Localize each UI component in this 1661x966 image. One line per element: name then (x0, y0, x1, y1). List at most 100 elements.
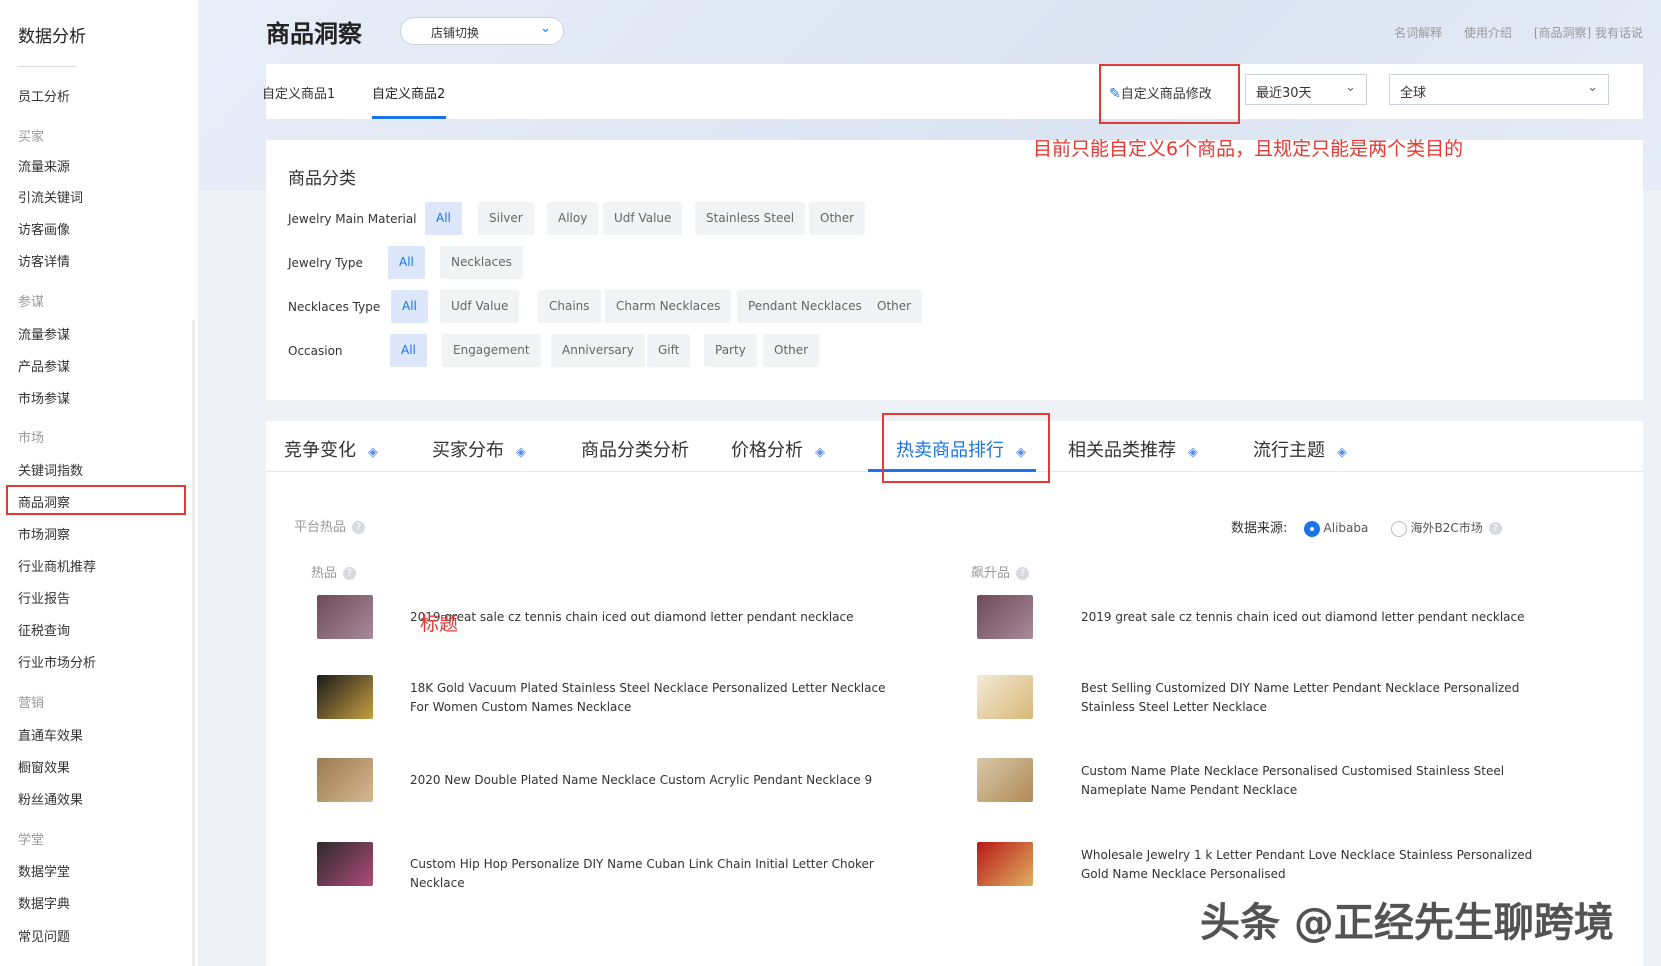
sidebar: 数据分析 员工分析 买家 流量来源 引流关键词 访客画像 访客详情 参谋 流量参谋 产品参谋 市场… (0, 0, 198, 966)
product-thumbnail[interactable] (977, 842, 1033, 886)
category-chip[interactable]: Charm Necklaces (605, 290, 732, 323)
sidebar-item[interactable]: 市场参谋 (18, 388, 70, 407)
medal-icon: ◈ (1188, 445, 1198, 460)
product-row[interactable]: Wholesale Jewelry 1 k Letter Pendant Lov… (266, 842, 1643, 892)
product-row[interactable]: Custom Name Plate Necklace Personalised … (266, 758, 1643, 808)
category-chip[interactable]: Udf Value (603, 202, 683, 235)
sidebar-item[interactable]: 产品参谋 (18, 356, 70, 375)
sidebar-item[interactable]: 流量参谋 (18, 324, 70, 343)
sidebar-item[interactable]: 访客画像 (18, 219, 70, 238)
region-select[interactable]: 全球 ⌄ (1389, 74, 1609, 105)
main-tab[interactable]: 买家分布 ◈ (432, 436, 526, 462)
product-title[interactable]: Wholesale Jewelry 1 k Letter Pendant Lov… (1081, 846, 1561, 884)
region-value: 全球 (1400, 86, 1427, 101)
category-chip[interactable]: Silver (478, 202, 534, 235)
divider (18, 66, 76, 67)
link-intro[interactable]: 使用介绍 (1464, 26, 1512, 40)
sidebar-item[interactable]: 市场洞察 (18, 524, 70, 543)
link-glossary[interactable]: 名词解释 (1394, 26, 1442, 40)
platform-hot-label: 平台热品? (294, 516, 366, 535)
link-feedback[interactable]: [商品洞察] 我有话说 (1534, 26, 1643, 40)
main-tab-label: 相关品类推荐 (1068, 440, 1176, 461)
main-tab[interactable]: 商品分类分析 (581, 436, 689, 462)
shop-switch-dropdown[interactable]: 店铺切换 ⌄ (400, 17, 564, 45)
category-chip[interactable]: All (388, 246, 425, 279)
category-chip[interactable]: Other (809, 202, 866, 235)
category-chip[interactable]: Alloy (547, 202, 599, 235)
radio-alibaba[interactable] (1303, 520, 1320, 537)
category-title: 商品分类 (288, 169, 356, 189)
top-links: 名词解释 使用介绍 [商品洞察] 我有话说 (1376, 24, 1643, 41)
main-tab-label: 价格分析 (731, 440, 803, 461)
category-chip[interactable]: Engagement (442, 334, 541, 367)
analysis-card: 竞争变化 ◈ 买家分布 ◈ 商品分类分析 价格分析 ◈ 热卖商品排行 ◈ 相关品类推荐 ◈ 流行主题 ◈… (266, 413, 1643, 966)
sidebar-item[interactable]: 征税查询 (18, 620, 70, 639)
sidebar-group-label: 学堂 (18, 833, 45, 848)
help-icon[interactable]: ? (343, 567, 357, 580)
product-title[interactable]: Custom Name Plate Necklace Personalised … (1081, 762, 1561, 800)
annotation-title-note: 标题 (420, 613, 459, 635)
tab-custom-product-2[interactable]: 自定义商品2 (372, 83, 445, 102)
sidebar-item[interactable]: 引流关键词 (18, 187, 83, 206)
product-row[interactable]: 2019 great sale cz tennis chain iced out… (266, 595, 1643, 645)
main-tab[interactable]: 竞争变化 ◈ (284, 436, 378, 462)
sidebar-item[interactable]: 数据字典 (18, 893, 70, 912)
help-icon[interactable]: ? (352, 521, 366, 534)
main-tab[interactable]: 相关品类推荐 ◈ (1068, 436, 1198, 462)
product-title[interactable]: 2019 great sale cz tennis chain iced out… (1081, 608, 1561, 627)
category-row-label: Jewelry Main Material (288, 212, 417, 226)
category-chip[interactable]: Anniversary (551, 334, 645, 367)
rising-products-text: 飙升品 (971, 566, 1011, 581)
product-title[interactable]: Best Selling Customized DIY Name Letter … (1081, 679, 1561, 717)
sidebar-item[interactable]: 员工分析 (18, 86, 70, 105)
category-chip[interactable]: Other (866, 290, 923, 323)
category-filter-card: 商品分类 Jewelry Main Material All Silver Alloy… (266, 140, 1643, 400)
product-thumbnail[interactable] (977, 758, 1033, 802)
sidebar-group-label: 营销 (18, 696, 45, 711)
sidebar-item[interactable]: 关键词指数 (18, 460, 83, 479)
sidebar-group-label: 市场 (18, 431, 45, 446)
sidebar-item[interactable]: 行业商机推荐 (18, 556, 96, 575)
category-chip[interactable]: Gift (647, 334, 691, 367)
chevron-down-icon: ⌄ (540, 21, 551, 36)
product-thumbnail[interactable] (977, 595, 1033, 639)
tab-custom-product-1[interactable]: 自定义商品1 (262, 83, 335, 102)
annotation-limit-note: 目前只能自定义6个商品，且规定只能是两个类目的 (1033, 138, 1464, 160)
sidebar-item[interactable]: 数据学堂 (18, 861, 70, 880)
sidebar-item[interactable]: 粉丝通效果 (18, 789, 83, 808)
sidebar-item[interactable]: 行业报告 (18, 588, 70, 607)
help-icon[interactable]: ? (1016, 567, 1030, 580)
category-chip[interactable]: Stainless Steel (695, 202, 806, 235)
sidebar-item[interactable]: 直通车效果 (18, 725, 83, 744)
category-chip[interactable]: Udf Value (440, 290, 520, 323)
hot-products-text: 热品 (311, 566, 338, 581)
category-chip[interactable]: Party (704, 334, 757, 367)
main-tab-label: 买家分布 (432, 440, 504, 461)
category-chip[interactable]: All (390, 334, 427, 367)
page-title: 商品洞察 (266, 20, 362, 48)
annotation-box-edit (1099, 64, 1240, 124)
product-thumbnail[interactable] (977, 675, 1033, 719)
medal-icon: ◈ (815, 445, 825, 460)
product-row[interactable]: Best Selling Customized DIY Name Letter … (266, 675, 1643, 725)
radio-overseas-b2c[interactable] (1390, 520, 1407, 537)
period-select[interactable]: 最近30天 ⌄ (1245, 74, 1367, 105)
category-chip[interactable]: Pendant Necklaces (737, 290, 873, 323)
category-chip[interactable]: All (425, 202, 462, 235)
sidebar-scrollbar[interactable] (192, 320, 195, 966)
sidebar-item[interactable]: 访客详情 (18, 251, 70, 270)
platform-hot-text: 平台热品 (294, 520, 347, 535)
medal-icon: ◈ (368, 445, 378, 460)
category-chip[interactable]: Chains (538, 290, 601, 323)
sidebar-item[interactable]: 流量来源 (18, 156, 70, 175)
category-chip[interactable]: Other (763, 334, 820, 367)
help-icon[interactable]: ? (1488, 522, 1502, 535)
main-tab[interactable]: 流行主题 ◈ (1253, 436, 1347, 462)
main-tab[interactable]: 价格分析 ◈ (731, 436, 825, 462)
category-chip[interactable]: Necklaces (440, 246, 523, 279)
sidebar-item[interactable]: 行业市场分析 (18, 652, 96, 671)
category-chip[interactable]: All (391, 290, 428, 323)
sidebar-group-label: 买家 (18, 130, 45, 145)
sidebar-item[interactable]: 橱窗效果 (18, 757, 70, 776)
sidebar-item[interactable]: 常见问题 (18, 926, 70, 945)
